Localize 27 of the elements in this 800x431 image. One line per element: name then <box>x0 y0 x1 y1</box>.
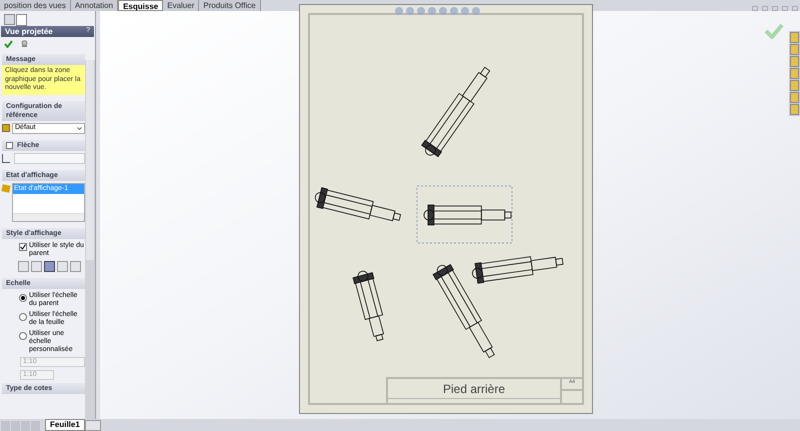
radio-button[interactable] <box>19 312 27 320</box>
caret-icon <box>77 126 82 130</box>
part-drawing <box>352 270 384 342</box>
horizontal-scrollbar[interactable] <box>13 212 84 220</box>
property-manager-tab[interactable] <box>16 14 27 26</box>
feature-tree-tab[interactable] <box>4 14 15 25</box>
sheet-title: Pied arrière <box>442 380 506 398</box>
display-style-button[interactable] <box>44 260 55 272</box>
add-sheet-button[interactable] <box>84 420 101 431</box>
pin-icon[interactable] <box>21 40 28 48</box>
panel-title: Vue projetée <box>5 26 54 38</box>
checkbox[interactable] <box>19 242 27 250</box>
sheet-tab[interactable]: Feuille1 <box>45 419 85 431</box>
ribbon-tab[interactable]: Annotation <box>70 0 118 11</box>
radio-button[interactable] <box>19 294 27 302</box>
ribbon-tab[interactable]: Evaluer <box>163 0 200 11</box>
display-state-icon <box>1 184 11 192</box>
ribbon-tab[interactable]: position des vues <box>0 0 71 11</box>
radio-button[interactable] <box>19 332 27 340</box>
ribbon-tab[interactable]: Produits Office <box>199 0 261 11</box>
vertical-scrollbar[interactable] <box>85 50 95 419</box>
checkbox[interactable] <box>6 142 13 148</box>
confirm-check-icon[interactable] <box>764 23 784 39</box>
check-icon[interactable] <box>4 40 13 48</box>
config-icon <box>2 124 10 132</box>
arrow-label-field[interactable] <box>14 152 85 164</box>
ribbon-tab[interactable]: Esquisse <box>118 0 164 11</box>
